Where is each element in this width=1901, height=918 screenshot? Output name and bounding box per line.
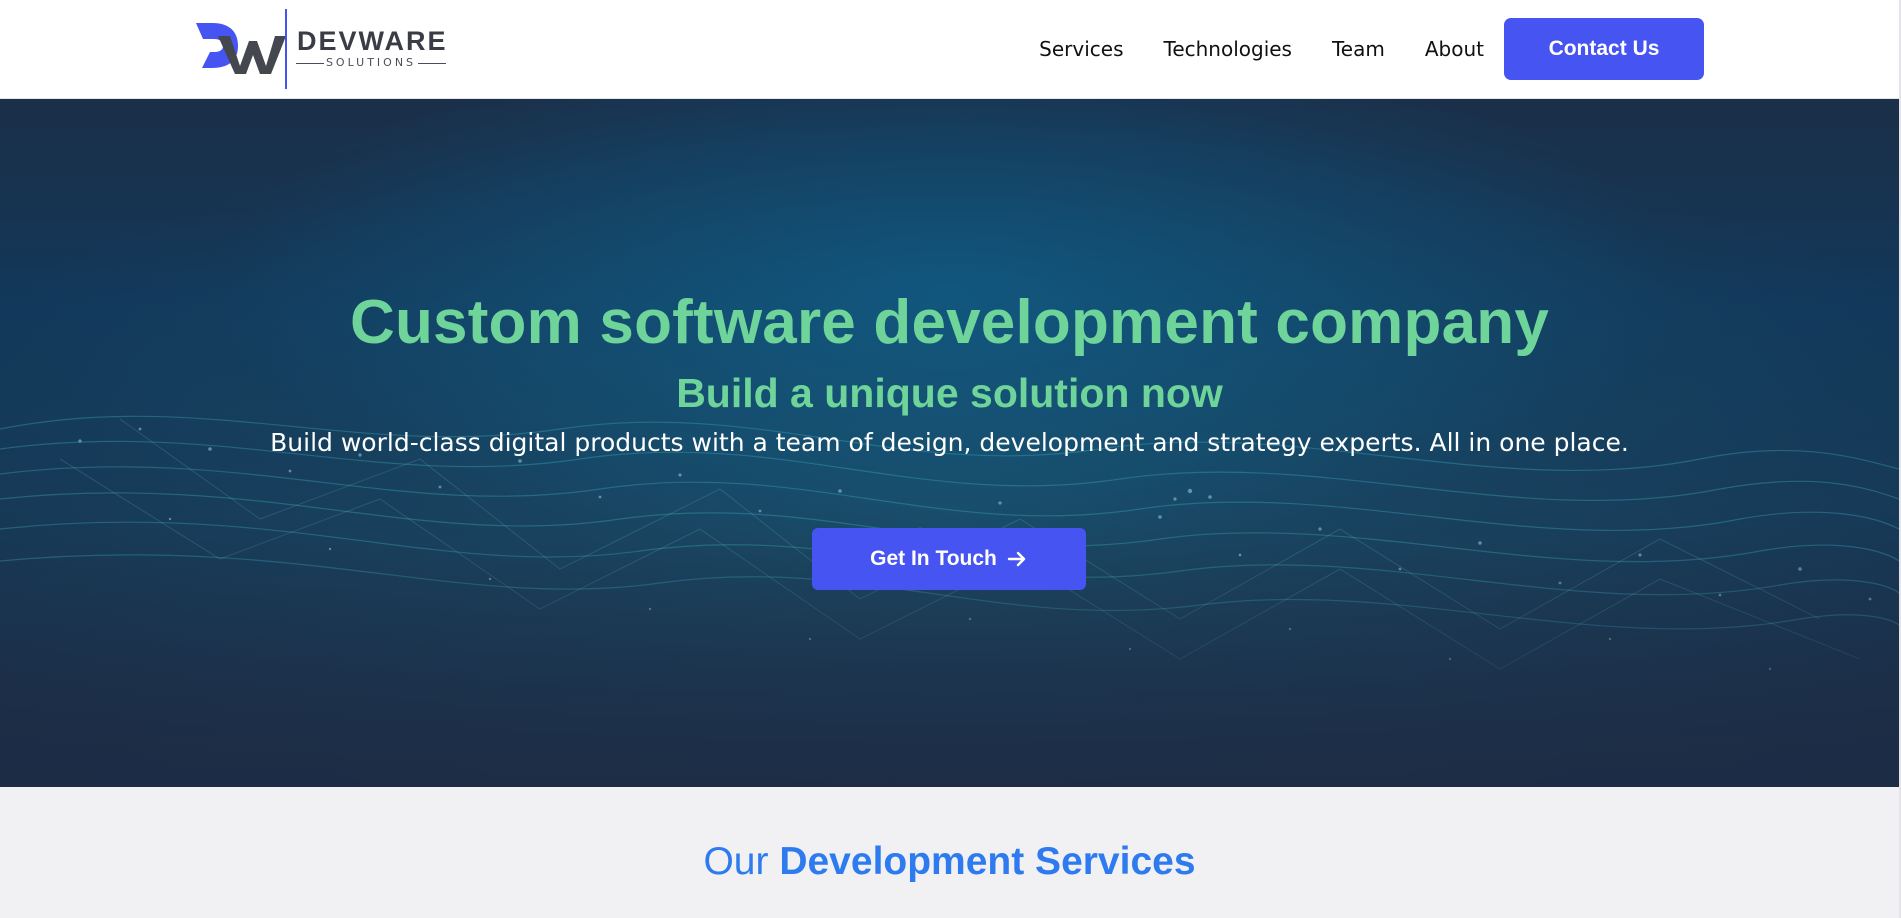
hero-description: Build world-class digital products with …: [270, 428, 1629, 457]
logo-wordmark: DEVWARE: [297, 26, 448, 56]
hero-content: Custom software development company Buil…: [0, 99, 1899, 787]
arrow-right-icon: [1007, 551, 1026, 567]
nav-item-technologies[interactable]: Technologies: [1164, 37, 1292, 61]
get-in-touch-button[interactable]: Get In Touch: [812, 528, 1086, 590]
services-section: Our Development Services: [0, 787, 1899, 918]
services-heading-bold: Development Services: [779, 840, 1196, 883]
contact-us-button[interactable]: Contact Us: [1504, 18, 1704, 80]
nav-item-about[interactable]: About: [1425, 37, 1484, 61]
logo[interactable]: DEVWARE SOLUTIONS: [196, 8, 446, 90]
nav-item-services[interactable]: Services: [1039, 37, 1123, 61]
main-nav: Services Technologies Team About Contact…: [1039, 18, 1704, 80]
hero-subtitle: Build a unique solution now: [676, 370, 1223, 416]
nav-item-team[interactable]: Team: [1332, 37, 1385, 61]
hero-section: Custom software development company Buil…: [0, 99, 1899, 787]
page: DEVWARE SOLUTIONS Services Technologies …: [0, 0, 1901, 918]
hero-title: Custom software development company: [349, 288, 1550, 357]
get-in-touch-label: Get In Touch: [870, 547, 997, 570]
site-header: DEVWARE SOLUTIONS Services Technologies …: [0, 0, 1901, 99]
services-heading: Our Development Services: [0, 842, 1899, 881]
services-heading-light: Our: [703, 840, 769, 883]
logo-tagline: SOLUTIONS: [296, 56, 446, 69]
